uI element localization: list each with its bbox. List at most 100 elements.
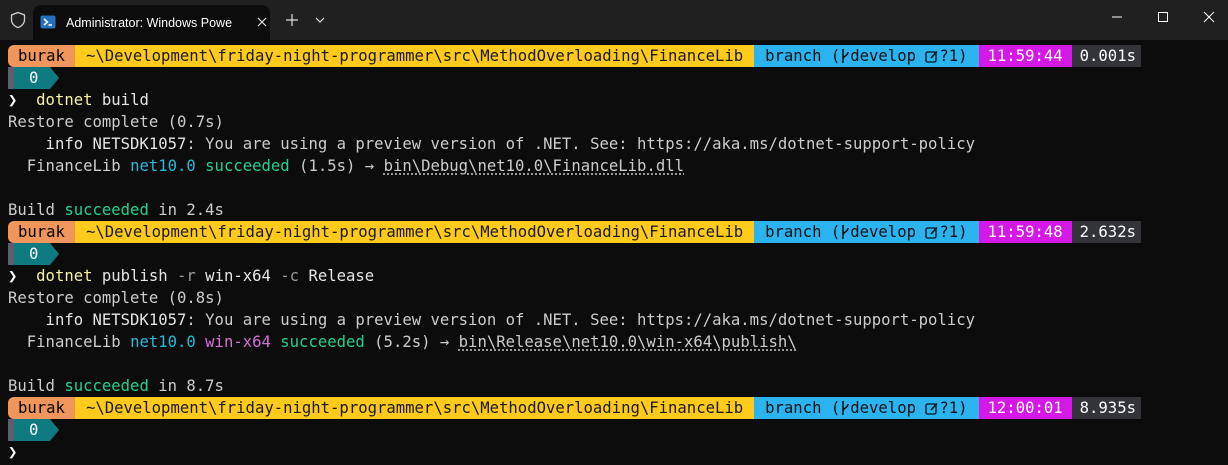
minimize-button[interactable] [1094, 0, 1140, 34]
close-icon [1203, 11, 1215, 23]
prompt-user: burak [8, 221, 75, 243]
git-status: ?1) [939, 47, 967, 65]
command-args: win-x64 [196, 267, 281, 285]
git-branch: develop [850, 223, 916, 241]
build-time: in 2.4s [149, 201, 224, 219]
build-time: in 8.7s [149, 377, 224, 395]
command-args: publish [102, 267, 177, 285]
build-status: succeeded [64, 377, 149, 395]
git-branch-icon [840, 48, 850, 64]
prompt-time: 12:00:01 [979, 397, 1072, 419]
command-args: Release [299, 267, 374, 285]
exit-code-line: 0 [8, 67, 1228, 89]
info-code: info NETSDK1057 [8, 311, 186, 329]
output-line: FinanceLib net10.0 win-x64 succeeded (5.… [8, 331, 1228, 353]
exit-code: 0 [14, 243, 50, 265]
command-line: ❯ dotnet build [8, 89, 1228, 111]
prompt-duration: 8.935s [1072, 397, 1141, 419]
blank-line [8, 353, 1228, 375]
git-branch-icon [840, 400, 850, 416]
maximize-icon [1157, 11, 1169, 23]
exit-code-arrow [50, 67, 59, 89]
tab-title: Administrator: Windows Powe [66, 14, 254, 32]
blank-line [8, 177, 1228, 199]
prompt-line: burak ~\Development\friday-night-program… [8, 45, 1228, 67]
exit-code-line: 0 [8, 243, 1228, 265]
edit-icon [925, 49, 939, 64]
output-line: Build succeeded in 8.7s [8, 375, 1228, 397]
git-branch: develop [850, 47, 916, 65]
build-label: Build [8, 377, 64, 395]
minimize-icon [1111, 11, 1123, 23]
prompt-duration: 0.001s [1072, 45, 1141, 67]
prompt-git: branch ( develop ?1) [754, 221, 978, 243]
close-tab-icon[interactable] [253, 13, 271, 31]
output-line: Restore complete (0.7s) [8, 111, 1228, 133]
close-window-button[interactable] [1186, 0, 1228, 34]
chevron-down-icon[interactable] [312, 12, 328, 28]
prompt-path: ~\Development\friday-night-programmer\sr… [75, 221, 754, 243]
command-flag: -c [280, 267, 299, 285]
output-path-link[interactable]: bin\Debug\net10.0\FinanceLib.dll [384, 157, 684, 175]
prompt-user: burak [8, 397, 75, 419]
git-label: branch ( [765, 223, 840, 241]
runtime: win-x64 [205, 333, 271, 351]
output-line: FinanceLib net10.0 succeeded (1.5s) → bi… [8, 155, 1228, 177]
framework: net10.0 [130, 157, 196, 175]
project-name: FinanceLib [8, 157, 130, 175]
prompt-char: ❯ [8, 91, 17, 109]
output-line: Build succeeded in 2.4s [8, 199, 1228, 221]
command-line: ❯ dotnet publish -r win-x64 -c Release [8, 265, 1228, 287]
active-command-line[interactable]: ❯ [8, 441, 1228, 463]
git-status: ?1) [939, 399, 967, 417]
output-path-link[interactable]: bin\Release\net10.0\win-x64\publish\ [459, 333, 797, 351]
title-bar: Administrator: Windows Powe [0, 0, 1228, 40]
git-branch-icon [840, 224, 850, 240]
project-timing: (5.2s) → [365, 333, 459, 351]
project-status: succeeded [280, 333, 365, 351]
command-name: dotnet [36, 91, 92, 109]
project-timing: (1.5s) → [290, 157, 384, 175]
exit-code-arrow [50, 419, 59, 441]
git-status: ?1) [939, 223, 967, 241]
exit-code: 0 [14, 67, 50, 89]
prompt-char: ❯ [8, 443, 17, 461]
prompt-time: 11:59:44 [979, 45, 1072, 67]
project-name: FinanceLib [8, 333, 130, 351]
git-label: branch ( [765, 47, 840, 65]
prompt-char: ❯ [8, 267, 17, 285]
framework: net10.0 [130, 333, 196, 351]
maximize-button[interactable] [1140, 0, 1186, 34]
powershell-icon [40, 14, 56, 30]
build-status: succeeded [64, 201, 149, 219]
git-branch: develop [850, 399, 916, 417]
new-tab-icon[interactable] [282, 10, 302, 30]
prompt-path: ~\Development\friday-night-programmer\sr… [75, 397, 754, 419]
info-text: : You are using a preview version of .NE… [186, 135, 975, 153]
info-code: info NETSDK1057 [8, 135, 186, 153]
terminal-output[interactable]: burak ~\Development\friday-night-program… [8, 45, 1228, 463]
prompt-line: burak ~\Development\friday-night-program… [8, 221, 1228, 243]
exit-code-arrow [50, 243, 59, 265]
exit-code-line: 0 [8, 419, 1228, 441]
build-label: Build [8, 201, 64, 219]
command-args: build [102, 91, 149, 109]
terminal-tab[interactable]: Administrator: Windows Powe [33, 5, 270, 40]
command-flag: -r [177, 267, 196, 285]
exit-code: 0 [14, 419, 50, 441]
prompt-duration: 2.632s [1072, 221, 1141, 243]
edit-icon [925, 401, 939, 416]
prompt-user: burak [8, 45, 75, 67]
prompt-git: branch ( develop ?1) [754, 397, 978, 419]
edit-icon [925, 225, 939, 240]
prompt-time: 11:59:48 [979, 221, 1072, 243]
shield-icon [9, 11, 27, 29]
project-status: succeeded [205, 157, 290, 175]
info-text: : You are using a preview version of .NE… [186, 311, 975, 329]
output-line: info NETSDK1057: You are using a preview… [8, 133, 1228, 155]
command-name: dotnet [36, 267, 92, 285]
git-label: branch ( [765, 399, 840, 417]
output-line: info NETSDK1057: You are using a preview… [8, 309, 1228, 331]
prompt-path: ~\Development\friday-night-programmer\sr… [75, 45, 754, 67]
prompt-line: burak ~\Development\friday-night-program… [8, 397, 1228, 419]
